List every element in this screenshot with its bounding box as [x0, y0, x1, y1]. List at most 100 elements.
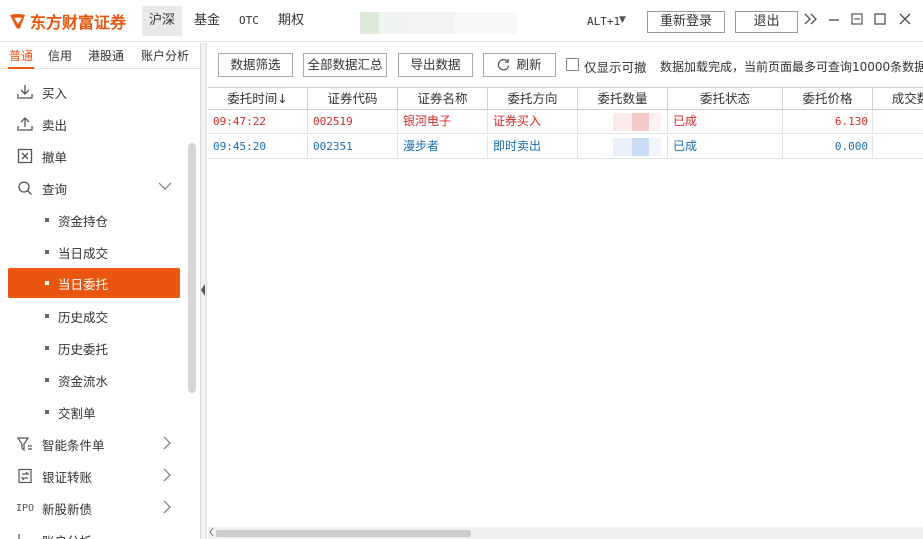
- sidebar-sub-today-trades[interactable]: 当日成交: [8, 237, 180, 267]
- data-filter-button[interactable]: 数据筛选: [218, 53, 293, 77]
- sidebar-item-query[interactable]: 查询: [0, 172, 186, 204]
- sidebar-sub-history-trades[interactable]: 历史成交: [8, 301, 180, 331]
- sidebar-sub-positions[interactable]: 资金持仓: [8, 205, 180, 235]
- col-filled-qty[interactable]: 成交数: [873, 88, 923, 110]
- col-order-time[interactable]: 委托时间↓: [208, 88, 308, 110]
- brand-name: 东方财富证券: [30, 13, 127, 32]
- sidebar-item-cancel[interactable]: 撤单: [0, 140, 186, 172]
- cell-code: 002351: [308, 135, 398, 159]
- tab-otc[interactable]: OTC: [232, 6, 266, 36]
- hotkey-label[interactable]: ALT+1: [587, 15, 620, 28]
- table-header: 委托时间↓ 证券代码 证券名称 委托方向 委托数量 委托状态 委托价格 成交数: [208, 88, 923, 110]
- cell-name: 银河电子: [398, 110, 488, 134]
- col-security-code[interactable]: 证券代码: [308, 88, 398, 110]
- upload-icon: [16, 115, 34, 133]
- bullet-icon: [45, 281, 49, 285]
- sidebar-sub-fund-flow[interactable]: 资金流水: [8, 365, 180, 395]
- cell-price: 6.130: [783, 110, 873, 134]
- sidebar-item-label: 智能条件单: [42, 437, 105, 453]
- sidebar-sub-label: 历史成交: [58, 309, 109, 325]
- qty-masked: [613, 113, 661, 131]
- sidebar-item-sell[interactable]: 卖出: [0, 108, 186, 140]
- table-row[interactable]: 09:47:22 002519 银河电子 证券买入 已成 6.130: [208, 110, 923, 134]
- sidebar-item-account-analysis[interactable]: 账户分析: [0, 524, 186, 539]
- sidebar-sub-label: 资金流水: [58, 373, 109, 389]
- main-toolbar: 数据筛选 全部数据汇总 导出数据 刷新 仅显示可撤 数据加载完成，当前页面最多可…: [208, 43, 923, 87]
- tab-hushen[interactable]: 沪深: [142, 6, 183, 36]
- load-status-text: 数据加载完成，当前页面最多可查询10000条数据。: [660, 60, 923, 74]
- cell-qty: [578, 110, 668, 134]
- col-order-qty[interactable]: 委托数量: [578, 88, 668, 110]
- table-row[interactable]: 09:45:20 002351 漫步者 即时卖出 已成 0.000: [208, 135, 923, 159]
- sidebar-item-label: 撤单: [42, 149, 68, 165]
- maximize-icon[interactable]: [871, 12, 889, 30]
- title-bar: 东方财富证券 沪深 基金 OTC 期权 ALT+1 ▼ 重新登录 退出: [0, 0, 923, 42]
- sidebar-item-label: 银证转账: [42, 469, 93, 485]
- tab-options[interactable]: 期权: [271, 6, 311, 36]
- hotkey-dropdown-icon[interactable]: ▼: [619, 15, 626, 25]
- sidebar-item-label: 查询: [42, 181, 68, 197]
- brand-logo: 东方财富证券: [8, 9, 126, 33]
- refresh-button[interactable]: 刷新: [483, 53, 556, 77]
- bullet-icon: [45, 218, 49, 222]
- tab-fund[interactable]: 基金: [187, 6, 227, 36]
- collapse-left-icon[interactable]: [201, 284, 206, 299]
- minimize-icon[interactable]: [825, 12, 843, 30]
- data-summary-button[interactable]: 全部数据汇总: [303, 53, 387, 77]
- restore-icon[interactable]: [848, 12, 866, 30]
- col-order-direction[interactable]: 委托方向: [488, 88, 578, 110]
- cell-direction: 即时卖出: [488, 135, 578, 159]
- sidebar-item-label: 新股新债: [42, 501, 93, 517]
- orders-table: 委托时间↓ 证券代码 证券名称 委托方向 委托数量 委托状态 委托价格 成交数 …: [208, 87, 923, 527]
- sidebar-sub-label: 当日成交: [58, 245, 109, 261]
- export-data-button[interactable]: 导出数据: [398, 53, 473, 77]
- sidebar-account-tabs: 普通 信用 港股通 账户分析: [0, 43, 200, 69]
- chevron-right-icon[interactable]: [162, 500, 172, 517]
- col-order-status[interactable]: 委托状态: [668, 88, 783, 110]
- sidebar-sub-label: 资金持仓: [58, 213, 109, 229]
- sidebar-sub-today-orders[interactable]: 当日委托: [8, 268, 180, 298]
- bullet-icon: [45, 410, 49, 414]
- search-icon: [16, 179, 34, 197]
- sidebar-sub-history-orders[interactable]: 历史委托: [8, 333, 180, 363]
- sidebar-item-bank-transfer[interactable]: 银证转账: [0, 460, 186, 492]
- account-info-masked: [360, 12, 517, 34]
- tab-hk-connect[interactable]: 港股通: [88, 47, 124, 64]
- bullet-icon: [45, 250, 49, 254]
- cell-name: 漫步者: [398, 135, 488, 159]
- sidebar-item-smart-order[interactable]: 智能条件单: [0, 428, 186, 460]
- relogin-button[interactable]: 重新登录: [647, 11, 725, 33]
- scrollbar-thumb[interactable]: [216, 530, 471, 537]
- sidebar-scrollbar[interactable]: [188, 143, 196, 393]
- cell-price: 0.000: [783, 135, 873, 159]
- col-security-name[interactable]: 证券名称: [398, 88, 488, 110]
- cell-direction: 证券买入: [488, 110, 578, 134]
- tab-credit[interactable]: 信用: [48, 47, 72, 64]
- chevron-right-icon[interactable]: [162, 468, 172, 485]
- active-tab-underline: [8, 67, 34, 69]
- tab-normal[interactable]: 普通: [9, 47, 33, 64]
- sidebar-item-buy[interactable]: 买入: [0, 76, 186, 108]
- table-horizontal-scrollbar[interactable]: [208, 527, 923, 539]
- chevron-down-icon[interactable]: [158, 180, 172, 194]
- sidebar-item-ipo[interactable]: IPO 新股新债: [0, 492, 186, 524]
- sidebar-sub-label: 交割单: [58, 405, 96, 421]
- cell-time: 09:47:22: [208, 110, 308, 134]
- sidebar: 买入 卖出 撤单 查询 资金持仓 当日成交 当日委托 历史成交 历史委托 资金流…: [0, 70, 200, 539]
- cell-code: 002519: [308, 110, 398, 134]
- double-chevron-right-icon[interactable]: [802, 12, 820, 30]
- filter-icon: [16, 435, 34, 453]
- logout-button[interactable]: 退出: [735, 11, 798, 33]
- tab-account-analysis[interactable]: 账户分析: [141, 47, 189, 64]
- refresh-icon: [497, 54, 510, 76]
- close-icon[interactable]: [896, 12, 914, 30]
- only-cancelable-label[interactable]: 仅显示可撤: [584, 57, 647, 76]
- ipo-icon: IPO: [15, 502, 35, 514]
- chevron-right-icon[interactable]: [162, 436, 172, 453]
- col-order-price[interactable]: 委托价格: [783, 88, 873, 110]
- only-cancelable-checkbox[interactable]: [566, 58, 579, 71]
- chart-icon: [16, 531, 34, 539]
- bullet-icon: [45, 346, 49, 350]
- sidebar-sub-delivery[interactable]: 交割单: [8, 397, 180, 427]
- scroll-left-icon[interactable]: [209, 527, 214, 539]
